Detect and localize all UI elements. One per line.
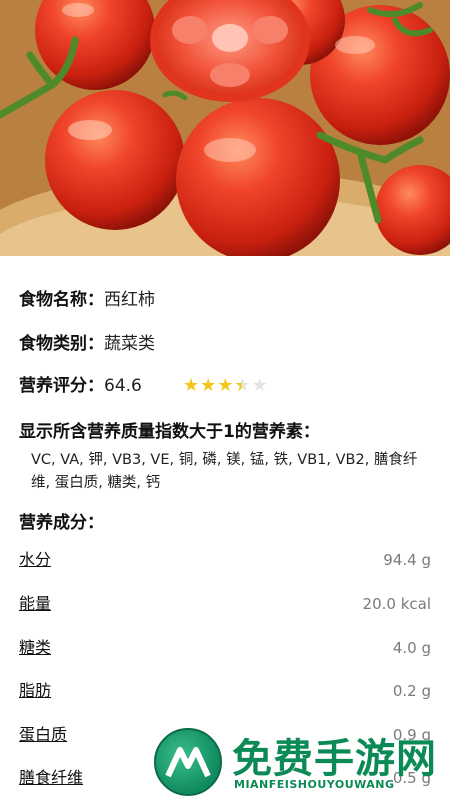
food-photo	[0, 0, 450, 256]
star-empty-icon: ★	[251, 375, 268, 396]
star-full-icon: ★	[200, 375, 217, 396]
nutrient-row[interactable]: 糖类 4.0 g	[19, 635, 431, 661]
watermark-logo-icon	[154, 728, 222, 796]
quality-nutrients-list: VC, VA, 钾, VB3, VE, 铜, 磷, 镁, 锰, 铁, VB1, …	[31, 452, 418, 491]
star-half-icon: ★	[234, 375, 251, 396]
site-watermark: 免费手游网 MIANFEISHOUYOUWANG	[150, 724, 450, 800]
nutrient-amount: 0.2 g	[392, 682, 431, 700]
food-category-value: 蔬菜类	[104, 334, 155, 354]
food-name-label: 食物名称：	[19, 290, 104, 310]
nutrition-score-stars: ★ ★ ★ ★ ★	[183, 374, 269, 398]
star-full-icon: ★	[183, 375, 200, 396]
nutrition-score-value: 64.6	[104, 376, 142, 396]
food-name-field: 食物名称：西红柿	[19, 288, 155, 312]
composition-heading: 营养成分：	[19, 513, 104, 533]
nutrient-name-link[interactable]: 水分	[19, 547, 51, 573]
nutrient-name-link[interactable]: 脂肪	[19, 678, 51, 704]
nutrient-name-link[interactable]: 能量	[19, 591, 51, 617]
food-category-label: 食物类别：	[19, 334, 104, 354]
nutrient-name-link[interactable]: 膳食纤维	[19, 765, 83, 791]
nutrient-amount: 94.4 g	[383, 551, 431, 569]
star-full-icon: ★	[217, 375, 234, 396]
nutrient-amount: 4.0 g	[392, 639, 431, 657]
nutrient-name-link[interactable]: 糖类	[19, 635, 51, 661]
watermark-subtitle: MIANFEISHOUYOUWANG	[234, 778, 395, 791]
nutrient-row[interactable]: 脂肪 0.2 g	[19, 678, 431, 704]
food-category-field: 食物类别：蔬菜类	[19, 332, 155, 356]
nutrient-row[interactable]: 能量 20.0 kcal	[19, 591, 431, 617]
quality-index-heading: 显示所含营养质量指数大于1的营养素：	[19, 422, 320, 442]
nutrition-score-field: 营养评分：64.6	[19, 374, 142, 398]
nutrition-score-label: 营养评分：	[19, 376, 104, 396]
watermark-title: 免费手游网	[232, 735, 437, 782]
tomato-image	[0, 0, 450, 256]
nutrient-amount: 20.0 kcal	[362, 595, 431, 613]
nutrient-name-link[interactable]: 蛋白质	[19, 722, 67, 748]
food-name-value: 西红柿	[104, 290, 155, 310]
nutrient-row[interactable]: 水分 94.4 g	[19, 547, 431, 573]
